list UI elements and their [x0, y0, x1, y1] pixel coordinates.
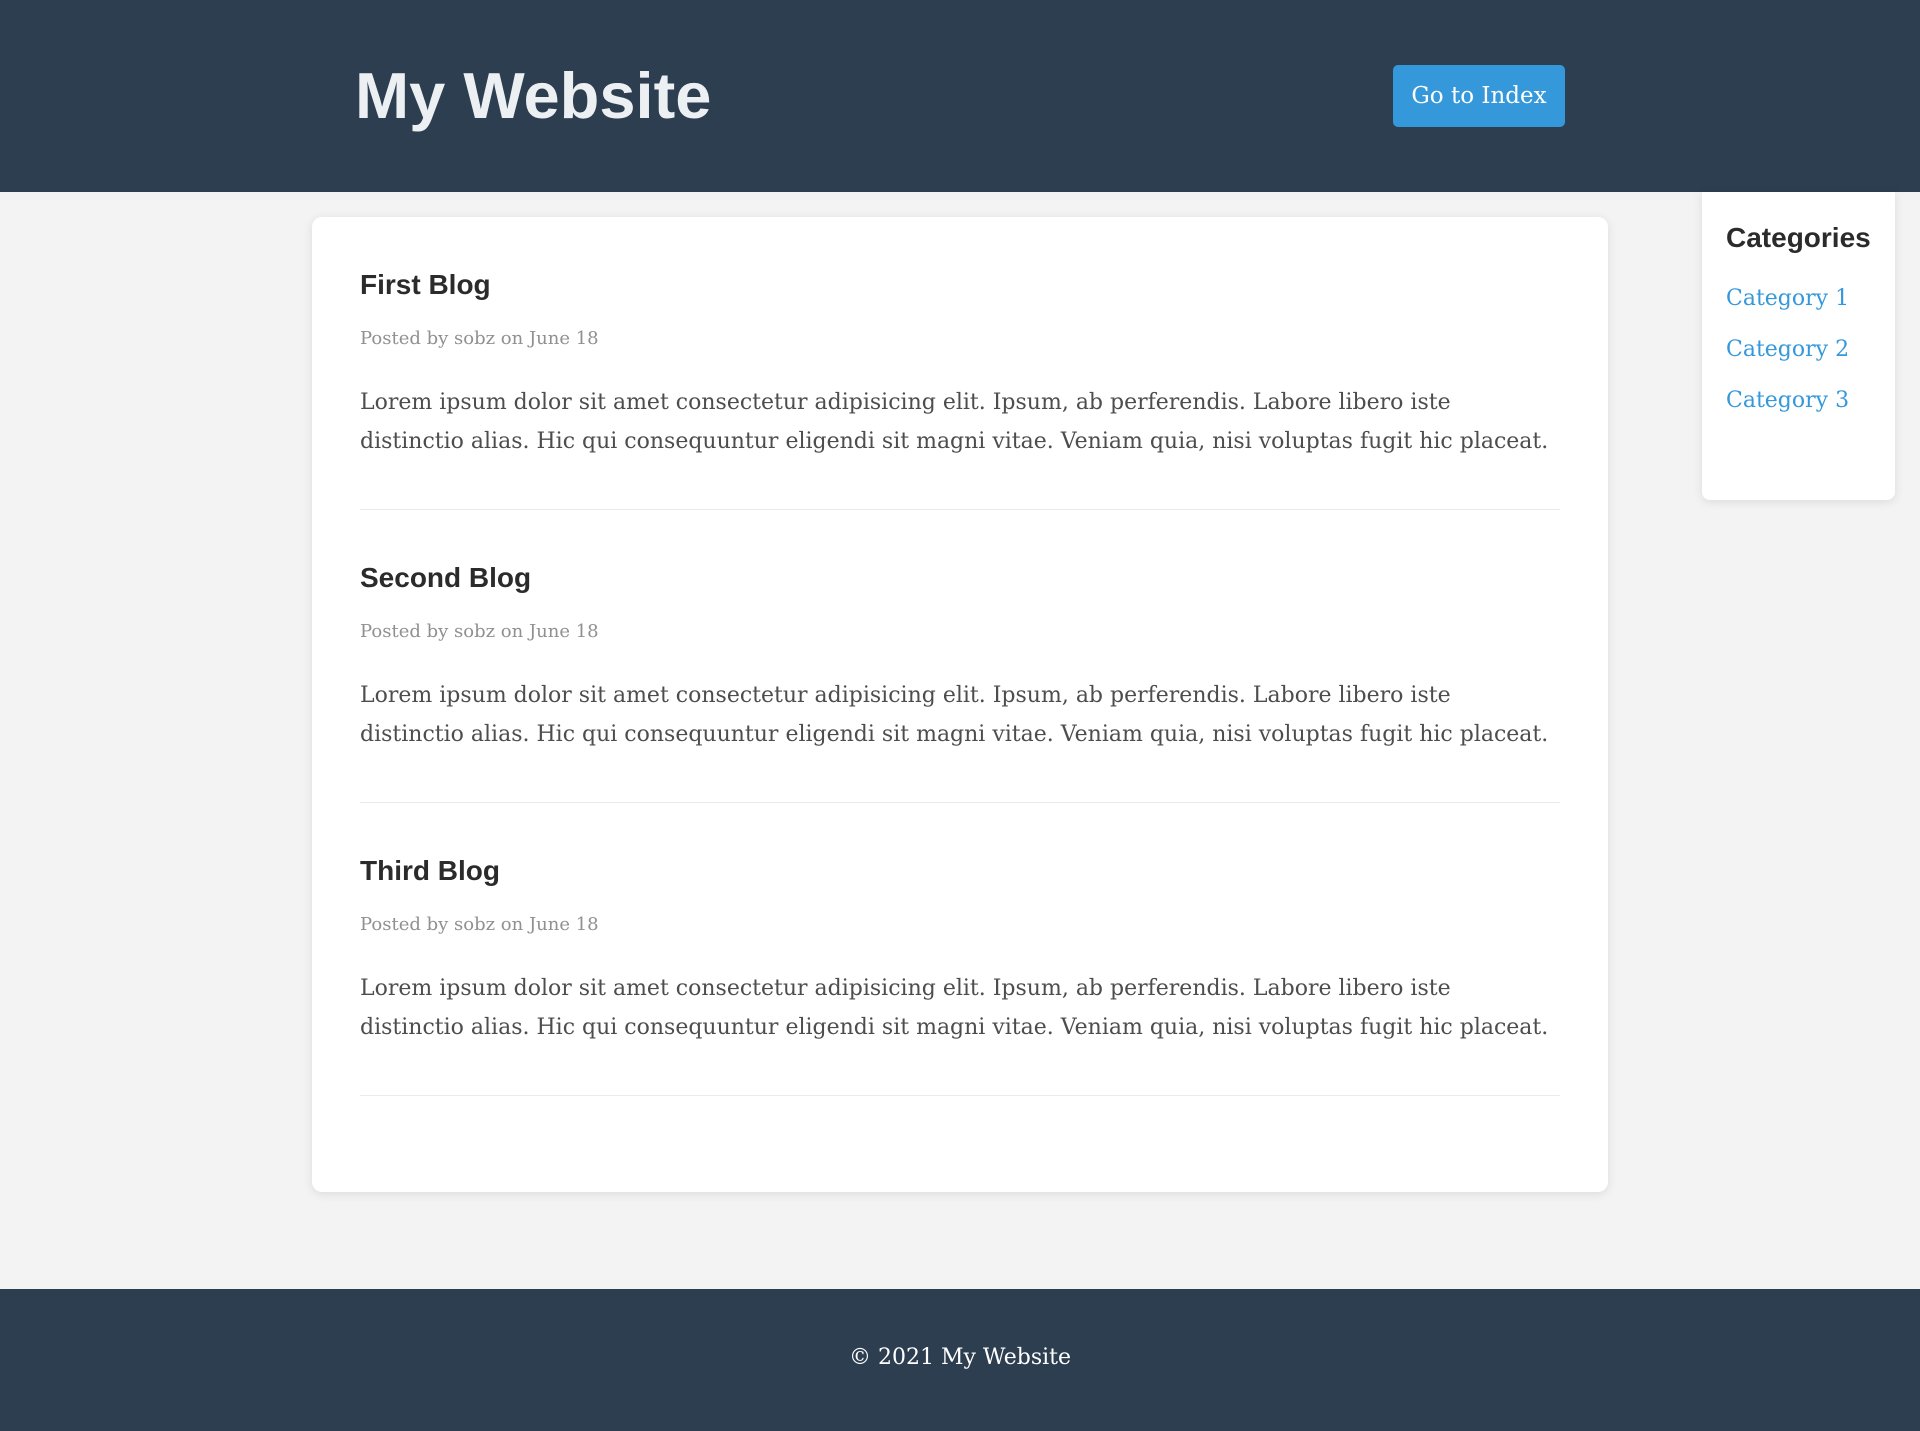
site-header: My Website Go to Index [0, 0, 1920, 192]
blog-post: First Blog Posted by sobz on June 18 Lor… [360, 217, 1560, 510]
post-body: Lorem ipsum dolor sit amet consectetur a… [360, 390, 1549, 454]
category-link-1[interactable]: Category 1 [1726, 284, 1849, 314]
post-body: Lorem ipsum dolor sit amet consectetur a… [360, 683, 1549, 747]
site-title: My Website [355, 59, 712, 132]
site-footer: © 2021 My Website [0, 1289, 1920, 1431]
post-body: Lorem ipsum dolor sit amet consectetur a… [360, 976, 1549, 1040]
post-meta: Posted by sobz on June 18 [360, 621, 599, 642]
post-meta: Posted by sobz on June 18 [360, 914, 599, 935]
go-to-index-button[interactable]: Go to Index [1393, 65, 1565, 127]
blog-list-card: First Blog Posted by sobz on June 18 Lor… [312, 217, 1608, 1192]
blog-post: Second Blog Posted by sobz on June 18 Lo… [360, 510, 1560, 803]
categories-sidebar: Categories Category 1 Category 2 Categor… [1702, 192, 1895, 500]
blog-post: Third Blog Posted by sobz on June 18 Lor… [360, 803, 1560, 1096]
category-link-3[interactable]: Category 3 [1726, 386, 1849, 416]
post-title[interactable]: First Blog [360, 267, 491, 303]
post-meta: Posted by sobz on June 18 [360, 328, 599, 349]
sidebar-title: Categories [1726, 222, 1871, 253]
post-title[interactable]: Second Blog [360, 560, 531, 596]
footer-copyright: © 2021 My Website [848, 1345, 1072, 1370]
category-link-2[interactable]: Category 2 [1726, 335, 1849, 365]
post-title[interactable]: Third Blog [360, 853, 500, 889]
